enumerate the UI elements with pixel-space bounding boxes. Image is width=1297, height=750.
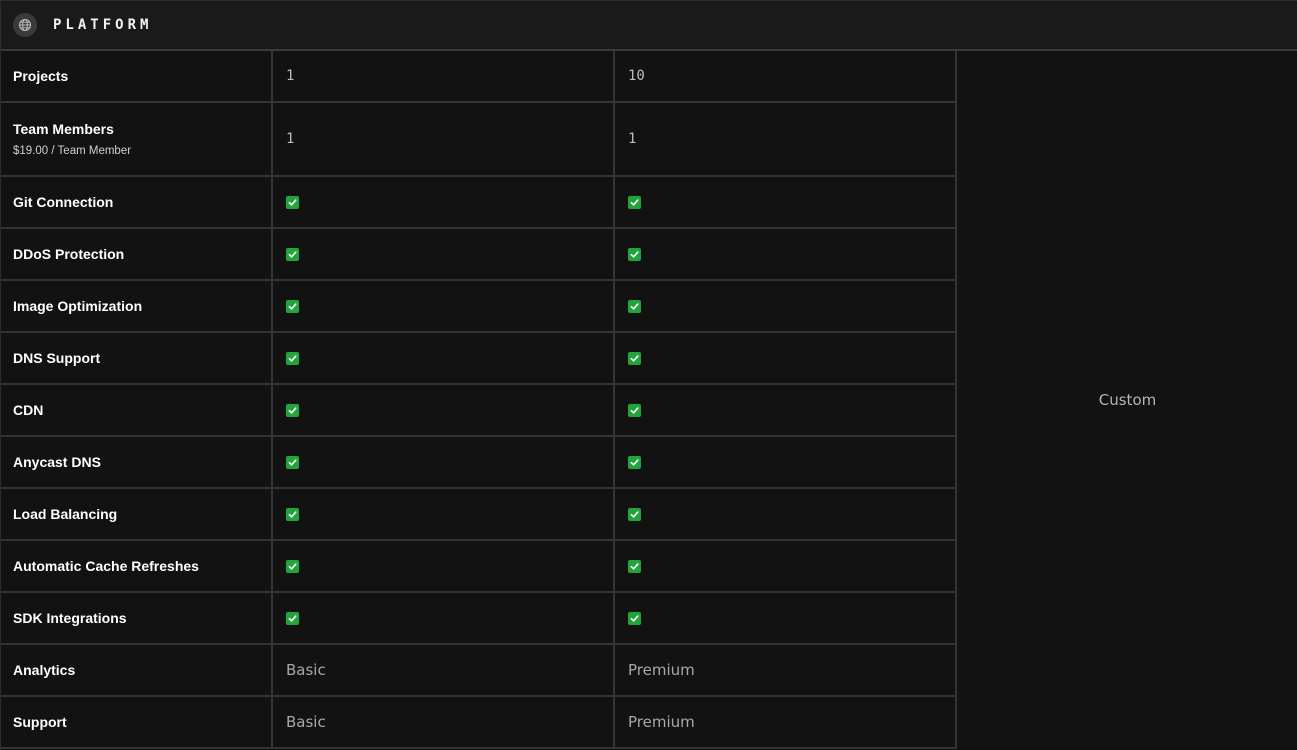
plan2-cell: 1: [615, 103, 957, 177]
feature-cell: CDN: [1, 385, 273, 437]
plan1-cell: Basic: [273, 697, 615, 749]
feature-name: SDK Integrations: [13, 610, 127, 626]
plan1-value: Basic: [286, 713, 326, 731]
checkmark-icon: [628, 456, 641, 469]
checkmark-icon: [628, 508, 641, 521]
plan1-cell: [273, 333, 615, 385]
plan1-cell: [273, 177, 615, 229]
checkmark-icon: [628, 560, 641, 573]
feature-cell: Team Members $19.00 / Team Member: [1, 103, 273, 177]
plan2-cell: [615, 229, 957, 281]
feature-name: Anycast DNS: [13, 454, 101, 470]
checkmark-icon: [286, 508, 299, 521]
custom-plan-cell: Custom: [957, 51, 1297, 749]
feature-cell: Analytics: [1, 645, 273, 697]
plan1-cell: [273, 489, 615, 541]
feature-name: Projects: [13, 68, 69, 84]
plan2-cell: [615, 281, 957, 333]
plan1-cell: [273, 385, 615, 437]
plan2-cell: Premium: [615, 645, 957, 697]
feature-name: Support: [13, 714, 67, 730]
checkmark-icon: [286, 456, 299, 469]
plan2-cell: 10: [615, 51, 957, 103]
feature-cell: Load Balancing: [1, 489, 273, 541]
feature-cell: Anycast DNS: [1, 437, 273, 489]
checkmark-icon: [286, 404, 299, 417]
plan2-cell: [615, 489, 957, 541]
feature-name: Analytics: [13, 662, 76, 678]
feature-name: DDoS Protection: [13, 246, 125, 262]
feature-cell: Projects: [1, 51, 273, 103]
plan2-cell: [615, 593, 957, 645]
feature-name: CDN: [13, 402, 44, 418]
feature-cell: Git Connection: [1, 177, 273, 229]
custom-label: Custom: [1098, 391, 1157, 409]
plan1-cell: [273, 541, 615, 593]
plan1-cell: [273, 437, 615, 489]
feature-grid: Custom Projects 1 10 Team Members $19.00 / T…: [1, 51, 1297, 749]
checkmark-icon: [286, 248, 299, 261]
plan1-value: Basic: [286, 661, 326, 679]
feature-name: Team Members: [13, 121, 114, 137]
checkmark-icon: [286, 196, 299, 209]
plan2-value: 1: [628, 131, 637, 147]
plan1-cell: Basic: [273, 645, 615, 697]
feature-name: DNS Support: [13, 350, 101, 366]
feature-cell: Support: [1, 697, 273, 749]
feature-cell: Image Optimization: [1, 281, 273, 333]
plan2-cell: [615, 437, 957, 489]
feature-cell: DNS Support: [1, 333, 273, 385]
plan1-cell: [273, 281, 615, 333]
checkmark-icon: [286, 300, 299, 313]
checkmark-icon: [628, 300, 641, 313]
checkmark-icon: [628, 612, 641, 625]
checkmark-icon: [628, 404, 641, 417]
plan2-value: Premium: [628, 713, 695, 731]
plan1-cell: [273, 229, 615, 281]
globe-icon: [13, 13, 37, 37]
plan1-cell: [273, 593, 615, 645]
platform-header: PLATFORM: [1, 0, 1297, 51]
pricing-table: PLATFORM Custom Projects 1 10 Team Members $…: [0, 0, 1297, 750]
plan1-cell: 1: [273, 103, 615, 177]
plan1-cell: 1: [273, 51, 615, 103]
plan2-cell: [615, 385, 957, 437]
checkmark-icon: [628, 248, 641, 261]
plan2-cell: Premium: [615, 697, 957, 749]
feature-name: Load Balancing: [13, 506, 118, 522]
feature-cell: DDoS Protection: [1, 229, 273, 281]
checkmark-icon: [286, 352, 299, 365]
feature-name: Image Optimization: [13, 298, 143, 314]
checkmark-icon: [286, 560, 299, 573]
feature-name: Automatic Cache Refreshes: [13, 558, 199, 574]
plan2-value: Premium: [628, 661, 695, 679]
checkmark-icon: [628, 196, 641, 209]
header-title: PLATFORM: [53, 17, 153, 33]
feature-name: Git Connection: [13, 194, 114, 210]
checkmark-icon: [286, 612, 299, 625]
plan2-cell: [615, 177, 957, 229]
plan1-value: 1: [286, 131, 295, 147]
plan2-cell: [615, 333, 957, 385]
plan2-value: 10: [628, 68, 645, 84]
feature-subtitle: $19.00 / Team Member: [13, 145, 132, 157]
feature-cell: SDK Integrations: [1, 593, 273, 645]
checkmark-icon: [628, 352, 641, 365]
feature-cell: Automatic Cache Refreshes: [1, 541, 273, 593]
plan2-cell: [615, 541, 957, 593]
plan1-value: 1: [286, 68, 295, 84]
